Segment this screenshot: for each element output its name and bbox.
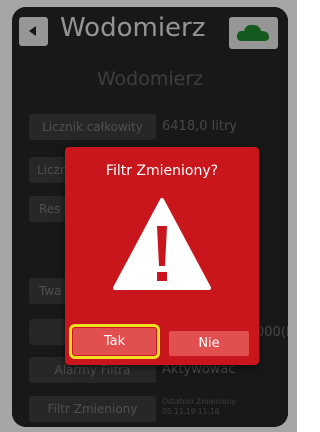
confirm-dialog: Filtr Zmieniony? Tak Nie	[65, 147, 259, 365]
yes-button[interactable]: Tak	[69, 324, 160, 359]
no-button[interactable]: Nie	[169, 331, 249, 356]
warning-triangle-icon	[113, 198, 211, 290]
dialog-title: Filtr Zmieniony?	[105, 163, 219, 179]
